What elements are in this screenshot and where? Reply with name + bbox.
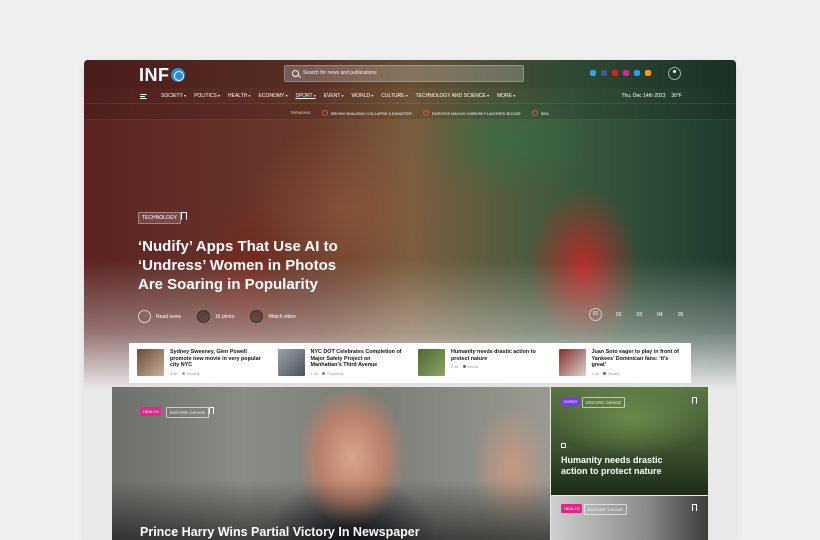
- item-title: NYC DOT Celebrates Completion of Major S…: [310, 349, 402, 368]
- date-weather: Thu, Dec 14th 2023 30°F: [621, 93, 682, 99]
- telegram-icon[interactable]: [590, 70, 596, 76]
- slide-04[interactable]: 04: [656, 312, 664, 321]
- photo-count: 16 photo: [215, 313, 235, 320]
- category-tag[interactable]: EVENT: [561, 397, 581, 406]
- thumbnail: [277, 349, 305, 376]
- item-title: Sydney Sweeney, Glen Powell promote new …: [170, 349, 261, 368]
- view-count: 3.8k: [170, 370, 178, 376]
- view-count: 1.4k: [310, 370, 319, 376]
- featured-article[interactable]: HEALTH EDITORS' CHOICE Prince Harry Wins…: [112, 387, 550, 540]
- user-avatar[interactable]: [668, 67, 681, 80]
- category-tag[interactable]: HEALTH: [140, 407, 162, 416]
- side-article[interactable]: HEALTH EDITORS' CHOICE: [551, 496, 708, 540]
- instagram-icon[interactable]: [623, 70, 629, 76]
- item-title: Juan Soto eager to play in front of Yank…: [591, 349, 679, 368]
- thumbnail: [137, 349, 164, 376]
- list-item[interactable]: NYC DOT Celebrates Completion of Major S…: [270, 343, 411, 383]
- search-placeholder: Search for news and publications: [303, 70, 377, 76]
- nav-culture[interactable]: CULTURE: [381, 93, 407, 99]
- read-news-button[interactable]: Read news: [138, 310, 181, 323]
- nav-technology[interactable]: TECHNOLOGY AND SCIENCE: [416, 93, 489, 99]
- browser-page: INF Search for news and publications SOC…: [84, 60, 736, 540]
- bookmark-icon[interactable]: [181, 212, 187, 220]
- nav-bar: SOCIETY POLITICS HEALTH ECONOMY SPORT EV…: [84, 88, 736, 104]
- search-input[interactable]: Search for news and publications: [284, 65, 524, 82]
- trending-item[interactable]: SEA: [532, 110, 549, 116]
- slide-05[interactable]: 05: [677, 312, 685, 321]
- gallery-icon: [561, 443, 566, 448]
- trending-bar: TRENDING BRONX BUILDING COLLAPSE A DISAS…: [84, 104, 736, 120]
- thumbnail: [558, 349, 586, 376]
- site-logo[interactable]: INF: [139, 65, 185, 86]
- slide-03[interactable]: 03: [636, 312, 644, 321]
- twitter-icon[interactable]: [634, 70, 640, 76]
- nav-politics[interactable]: POLITICS: [194, 93, 220, 99]
- arrow-icon: [138, 310, 151, 323]
- camera-icon: [197, 310, 211, 323]
- news-strip: Sydney Sweeney, Glen Powell promote new …: [129, 343, 691, 383]
- category: Society: [186, 370, 200, 376]
- nav-more[interactable]: MORE: [497, 93, 515, 99]
- main-nav: SOCIETY POLITICS HEALTH ECONOMY SPORT EV…: [161, 93, 515, 99]
- nav-economy[interactable]: ECONOMY: [258, 93, 287, 99]
- side-article[interactable]: EVENT EDITORS' CHOICE Humanity needs dra…: [551, 387, 708, 495]
- slide-01[interactable]: 01: [589, 308, 602, 321]
- trending-label: TRENDING: [290, 110, 311, 115]
- read-news-label: Read news: [156, 313, 182, 320]
- editors-choice-tag: EDITORS' CHOICE: [584, 504, 628, 515]
- category: World: [467, 364, 478, 369]
- bookmark-icon[interactable]: [692, 397, 697, 404]
- facebook-icon[interactable]: [601, 70, 607, 76]
- article-title[interactable]: Humanity needs drastic action to protect…: [561, 455, 681, 477]
- bookmark-icon[interactable]: [209, 407, 214, 414]
- nav-sport[interactable]: SPORT: [295, 93, 315, 99]
- search-icon: [292, 70, 299, 77]
- bookmark-icon[interactable]: [692, 504, 697, 511]
- nav-health[interactable]: HEALTH: [228, 93, 250, 99]
- article-title[interactable]: Prince Harry Wins Partial Victory In New…: [140, 525, 420, 539]
- trending-item[interactable]: BRONX BUILDING COLLAPSE A DISASTER: [322, 110, 412, 116]
- thumbnail: [418, 349, 445, 376]
- list-item[interactable]: Humanity needs drastic action to protect…: [410, 343, 551, 383]
- slide-pager: 01 02 03 04 05: [589, 308, 685, 321]
- view-count: 2.4k: [451, 364, 459, 369]
- list-item[interactable]: Sydney Sweeney, Glen Powell promote new …: [129, 343, 270, 383]
- date-text: Thu, Dec 14th 2023: [621, 93, 666, 99]
- play-icon: [250, 310, 264, 323]
- weather-text: 30°F: [671, 93, 682, 99]
- editors-choice-tag: EDITORS' CHOICE: [166, 407, 210, 418]
- menu-icon[interactable]: [140, 94, 147, 99]
- rss-icon[interactable]: [645, 70, 651, 76]
- slide-02[interactable]: 02: [615, 312, 623, 321]
- category-tag[interactable]: HEALTH: [561, 504, 583, 513]
- category: Economy: [327, 370, 344, 376]
- view-count: 1.2k: [591, 370, 600, 376]
- hero-category-tag[interactable]: TECHNOLOGY: [138, 212, 182, 224]
- nav-society[interactable]: SOCIETY: [161, 93, 186, 99]
- youtube-icon[interactable]: [612, 70, 618, 76]
- photo-gallery-button[interactable]: 16 photo: [197, 310, 234, 323]
- nav-event[interactable]: EVENT: [324, 93, 344, 99]
- item-title: Humanity needs drastic action to protect…: [451, 349, 536, 362]
- trending-item[interactable]: DORITOS NACHO CHEESE FLAVORED BOOZE: [423, 110, 521, 116]
- category: Health: [608, 370, 620, 376]
- top-bar: INF Search for news and publications: [84, 60, 736, 88]
- nav-world[interactable]: WORLD: [352, 93, 374, 99]
- hero-actions: Read news 16 photo Watch video: [138, 310, 296, 323]
- list-item[interactable]: Juan Soto eager to play in front of Yank…: [551, 343, 692, 383]
- social-icons: [590, 70, 651, 76]
- watch-video-label: Watch video: [268, 313, 296, 320]
- hero-headline[interactable]: ‘Nudify’ Apps That Use AI to ‘Undress’ W…: [138, 237, 363, 294]
- globe-icon: [170, 68, 185, 82]
- watch-video-button[interactable]: Watch video: [250, 310, 296, 323]
- editors-choice-tag: EDITORS' CHOICE: [582, 397, 626, 408]
